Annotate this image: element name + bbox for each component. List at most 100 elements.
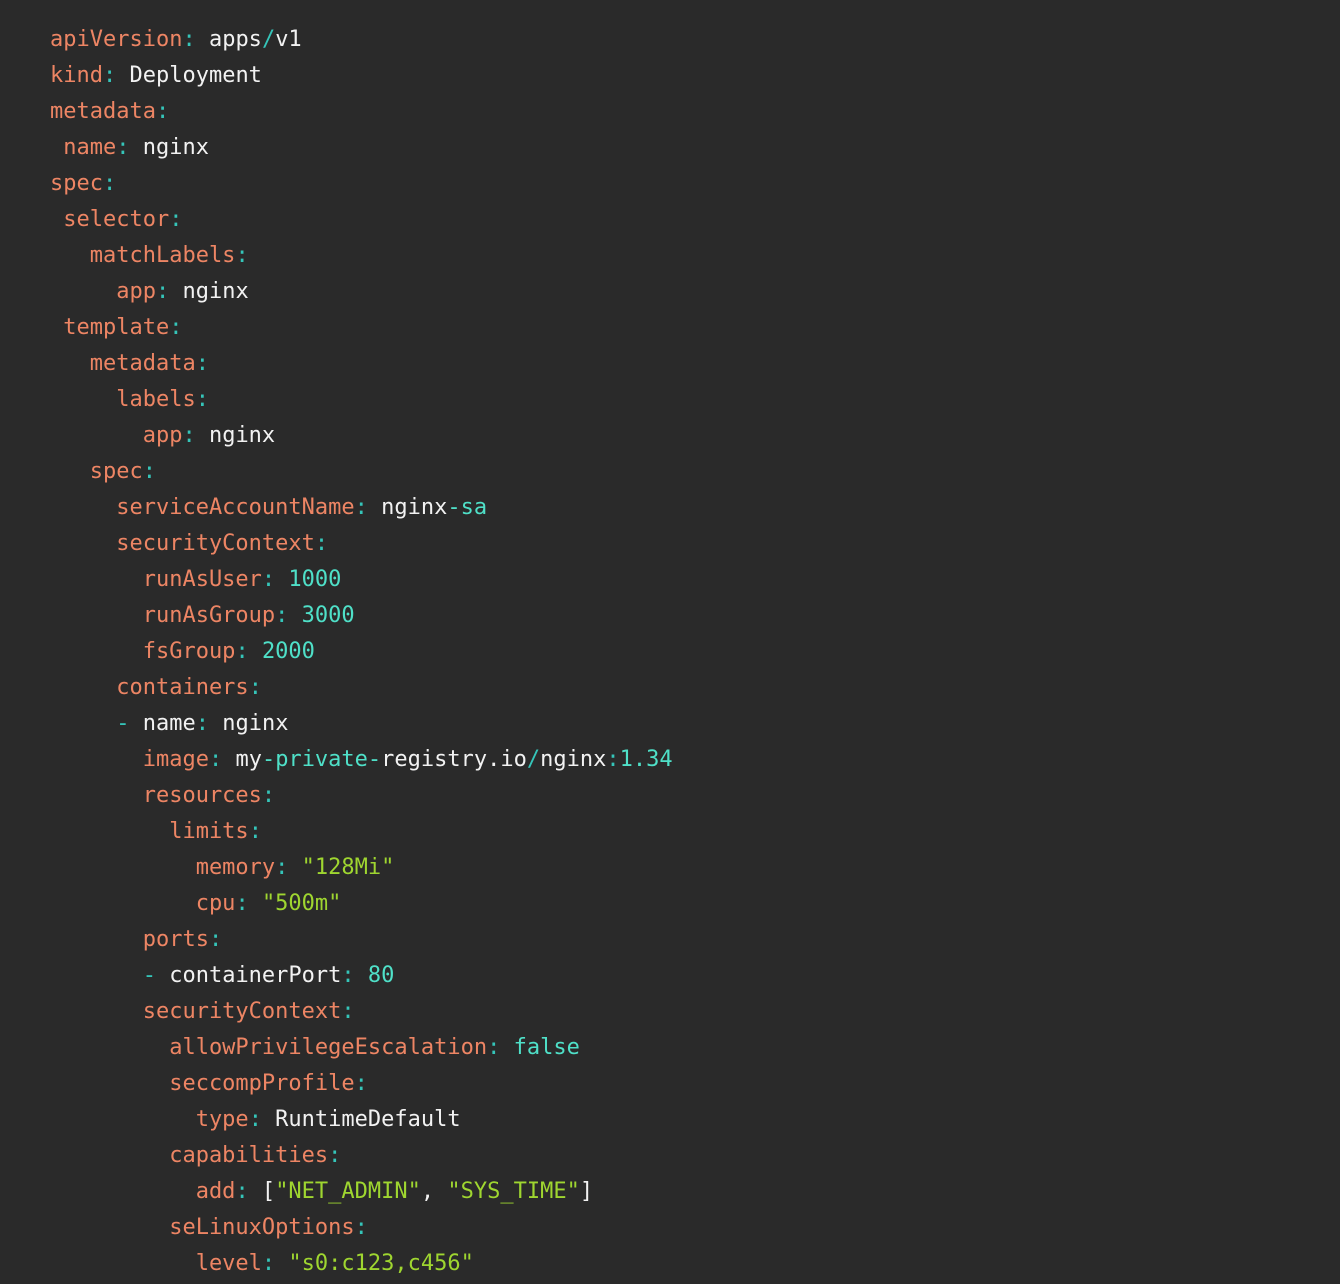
- code-token: :: [182, 27, 195, 52]
- code-token: app: [50, 423, 182, 448]
- code-token: :: [103, 171, 116, 196]
- code-token: 1.34: [620, 747, 673, 772]
- code-token: serviceAccountName: [50, 495, 355, 520]
- code-token: :: [143, 459, 156, 484]
- code-token: my: [222, 747, 262, 772]
- code-token: 2000: [262, 639, 315, 664]
- code-token: "NET_ADMIN": [275, 1179, 421, 1204]
- code-token: [275, 567, 288, 592]
- code-token: -: [116, 711, 129, 736]
- code-line[interactable]: type: RuntimeDefault: [50, 1102, 1320, 1138]
- code-token: :: [249, 1107, 262, 1132]
- code-token: [249, 891, 262, 916]
- code-token: :: [606, 747, 619, 772]
- code-line[interactable]: allowPrivilegeEscalation: false: [50, 1030, 1320, 1066]
- code-token: name: [129, 711, 195, 736]
- code-token: :: [116, 135, 129, 160]
- code-line[interactable]: metadata:: [50, 94, 1320, 130]
- code-line[interactable]: capabilities:: [50, 1138, 1320, 1174]
- code-token: :: [262, 1251, 275, 1276]
- code-line[interactable]: resources:: [50, 778, 1320, 814]
- code-token: kind: [50, 63, 103, 88]
- code-token: "s0:c123,c456": [288, 1251, 473, 1276]
- code-token: 1000: [288, 567, 341, 592]
- code-token: :: [275, 603, 288, 628]
- code-line[interactable]: securityContext:: [50, 994, 1320, 1030]
- code-token: seLinuxOptions: [50, 1215, 355, 1240]
- code-token: :: [262, 567, 275, 592]
- code-token: "500m": [262, 891, 341, 916]
- code-token: ]: [580, 1179, 593, 1204]
- code-token: :: [156, 279, 169, 304]
- code-token: /: [262, 27, 275, 52]
- code-line[interactable]: level: "s0:c123,c456": [50, 1246, 1320, 1282]
- code-line[interactable]: serviceAccountName: nginx-sa: [50, 490, 1320, 526]
- code-token: nginx: [209, 711, 288, 736]
- code-token: labels: [50, 387, 196, 412]
- code-token: nginx: [196, 423, 275, 448]
- code-line[interactable]: ports:: [50, 922, 1320, 958]
- code-token: :: [209, 747, 222, 772]
- code-line[interactable]: add: ["NET_ADMIN", "SYS_TIME"]: [50, 1174, 1320, 1210]
- code-token: matchLabels: [50, 243, 235, 268]
- code-line[interactable]: runAsUser: 1000: [50, 562, 1320, 598]
- code-line[interactable]: labels:: [50, 382, 1320, 418]
- code-token: [50, 711, 116, 736]
- code-line[interactable]: containers:: [50, 670, 1320, 706]
- code-token: level: [50, 1251, 262, 1276]
- code-token: [500, 1035, 513, 1060]
- code-line[interactable]: seLinuxOptions:: [50, 1210, 1320, 1246]
- code-line[interactable]: apiVersion: apps/v1: [50, 22, 1320, 58]
- code-token: metadata: [50, 351, 196, 376]
- code-line[interactable]: matchLabels:: [50, 238, 1320, 274]
- code-line[interactable]: - name: nginx: [50, 706, 1320, 742]
- code-token: spec: [50, 171, 103, 196]
- code-token: :: [262, 783, 275, 808]
- code-token: add: [50, 1179, 235, 1204]
- code-token: RuntimeDefault: [262, 1107, 461, 1132]
- code-line[interactable]: app: nginx: [50, 274, 1320, 310]
- code-token: :: [341, 999, 354, 1024]
- code-line[interactable]: fsGroup: 2000: [50, 634, 1320, 670]
- code-token: capabilities: [50, 1143, 328, 1168]
- code-token: :: [196, 711, 209, 736]
- code-line[interactable]: seccompProfile:: [50, 1066, 1320, 1102]
- code-line[interactable]: securityContext:: [50, 526, 1320, 562]
- code-token: :: [209, 927, 222, 952]
- code-token: apiVersion: [50, 27, 182, 52]
- code-token: type: [50, 1107, 249, 1132]
- code-line[interactable]: name: nginx: [50, 130, 1320, 166]
- code-line[interactable]: runAsGroup: 3000: [50, 598, 1320, 634]
- code-line[interactable]: spec:: [50, 454, 1320, 490]
- code-token: false: [514, 1035, 580, 1060]
- code-token: name: [50, 135, 116, 160]
- code-token: :: [355, 1071, 368, 1096]
- yaml-code-viewer[interactable]: apiVersion: apps/v1kind: Deploymentmetad…: [0, 0, 1340, 1284]
- code-token: [249, 639, 262, 664]
- code-token: spec: [50, 459, 143, 484]
- code-line[interactable]: app: nginx: [50, 418, 1320, 454]
- code-token: :: [196, 351, 209, 376]
- code-line[interactable]: spec:: [50, 166, 1320, 202]
- code-line[interactable]: template:: [50, 310, 1320, 346]
- code-line[interactable]: selector:: [50, 202, 1320, 238]
- code-token: nginx: [169, 279, 248, 304]
- code-token: runAsGroup: [50, 603, 275, 628]
- code-token: -sa: [447, 495, 487, 520]
- code-line[interactable]: cpu: "500m": [50, 886, 1320, 922]
- code-token: :: [355, 1215, 368, 1240]
- code-line[interactable]: metadata:: [50, 346, 1320, 382]
- code-token: :: [487, 1035, 500, 1060]
- code-line[interactable]: memory: "128Mi": [50, 850, 1320, 886]
- code-token: metadata: [50, 99, 156, 124]
- code-token: :: [169, 207, 182, 232]
- code-token: Deployment: [116, 63, 262, 88]
- code-line[interactable]: limits:: [50, 814, 1320, 850]
- code-token: [50, 963, 143, 988]
- code-token: :: [235, 891, 248, 916]
- code-token: 80: [368, 963, 395, 988]
- code-line[interactable]: - containerPort: 80: [50, 958, 1320, 994]
- code-line[interactable]: image: my-private-registry.io/nginx:1.34: [50, 742, 1320, 778]
- code-token: :: [249, 819, 262, 844]
- code-line[interactable]: kind: Deployment: [50, 58, 1320, 94]
